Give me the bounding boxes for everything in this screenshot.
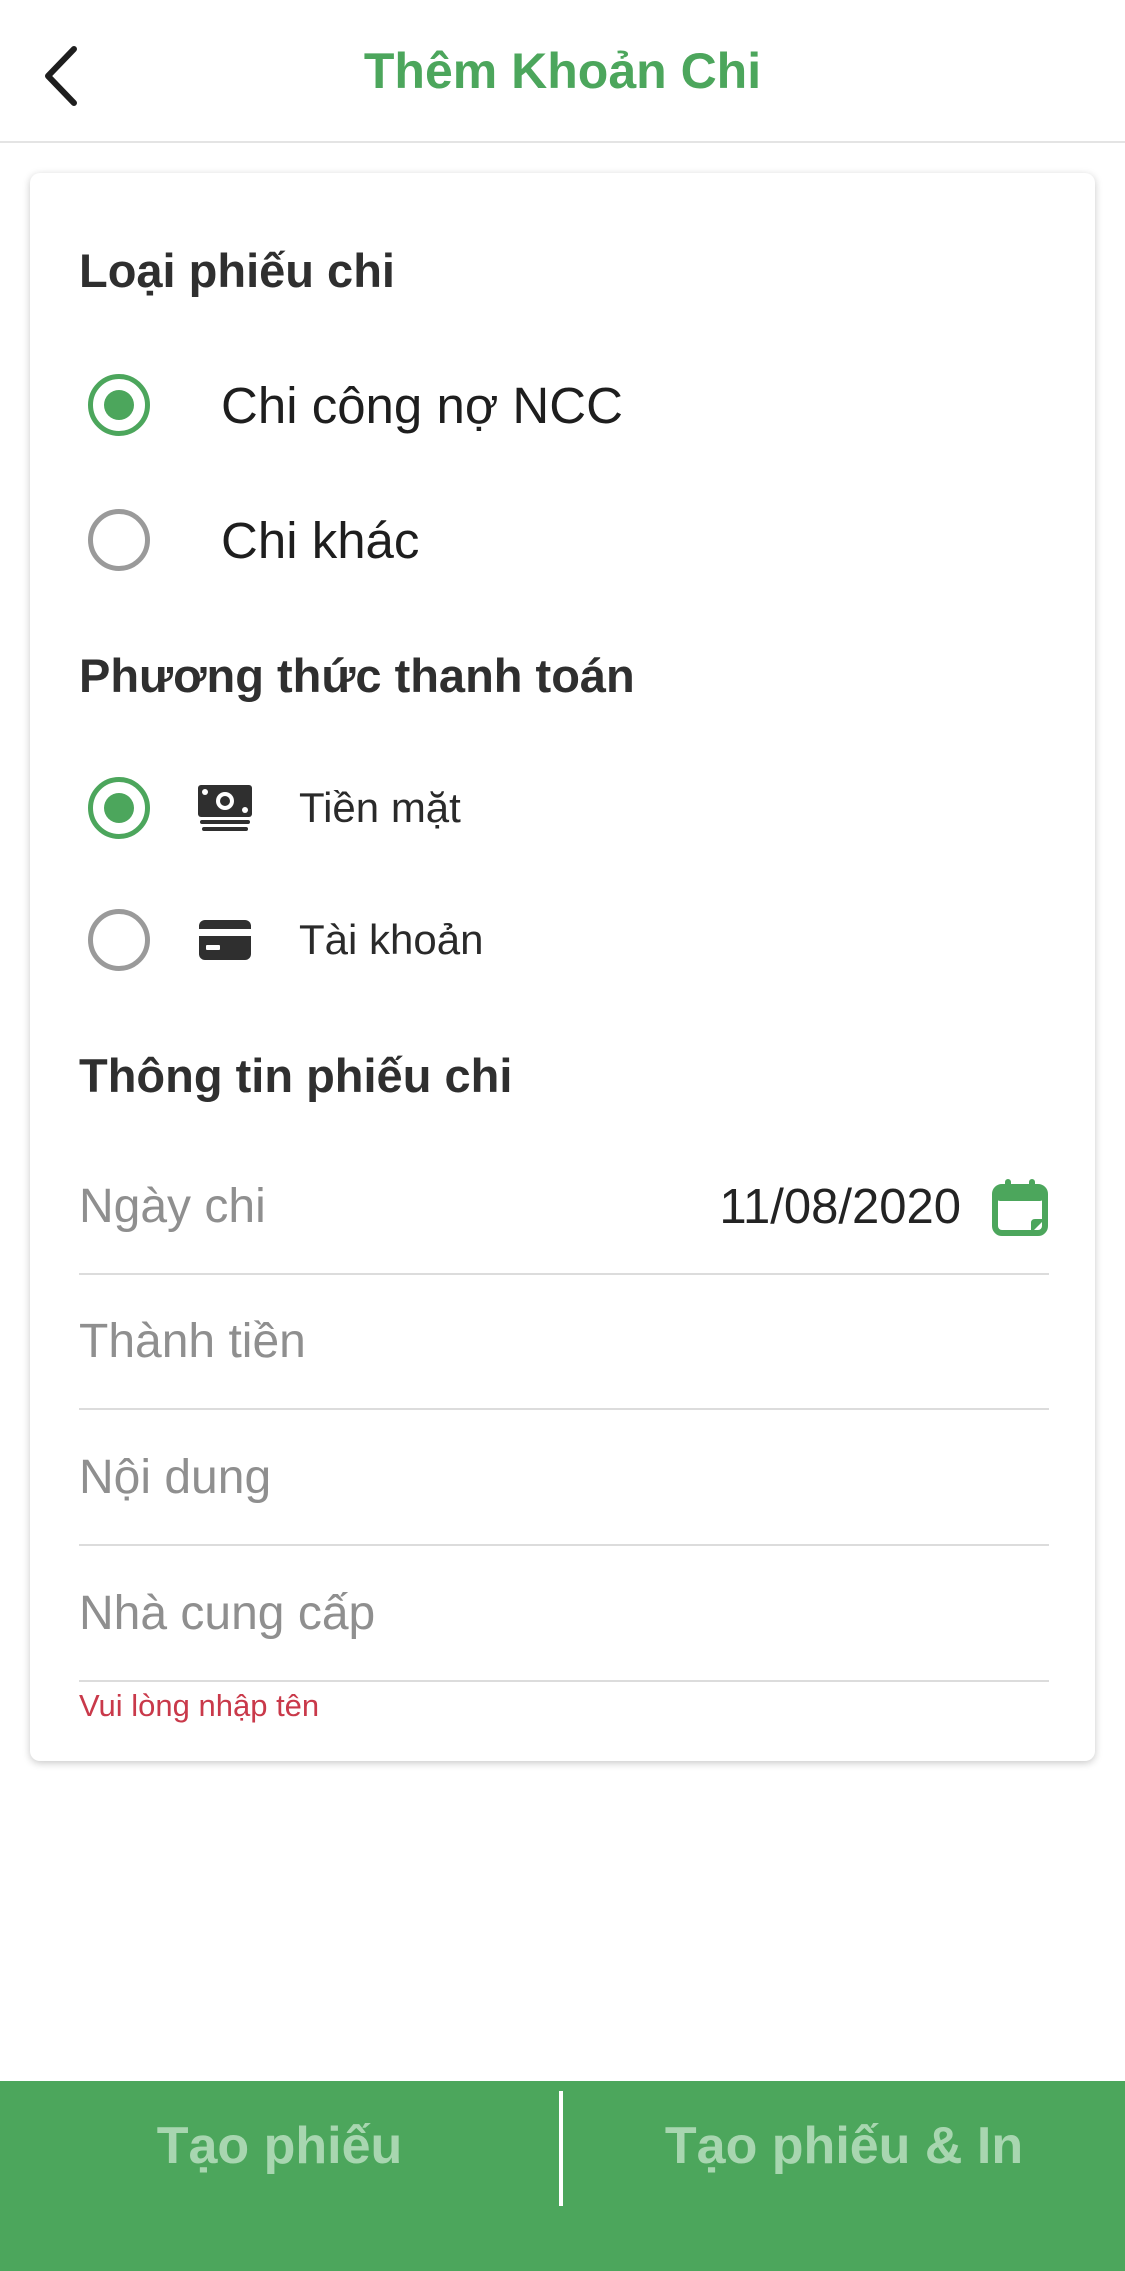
cash-icon <box>195 778 255 838</box>
date-value: 11/08/2020 <box>719 1179 961 1234</box>
content-placeholder: Nội dung <box>79 1451 272 1504</box>
card-icon <box>195 910 255 970</box>
radio-button-checked[interactable] <box>88 777 150 839</box>
create-voucher-button[interactable]: Tạo phiếu <box>0 2081 559 2211</box>
radio-label: Tiền mặt <box>299 784 461 831</box>
date-field[interactable]: Ngày chi 11/08/2020 <box>79 1140 1049 1275</box>
supplier-field[interactable]: Nhà cung cấp <box>79 1547 1049 1682</box>
voucher-info-title: Thông tin phiếu chi <box>79 1049 513 1102</box>
radio-option-account[interactable]: Tài khoản <box>88 895 1068 985</box>
voucher-type-title: Loại phiếu chi <box>79 244 395 297</box>
page-title: Thêm Khoản Chi <box>363 43 762 99</box>
radio-label: Chi khác <box>221 511 420 569</box>
supplier-placeholder: Nhà cung cấp <box>79 1587 376 1640</box>
radio-button[interactable] <box>88 909 150 971</box>
amount-placeholder: Thành tiền <box>79 1315 306 1368</box>
radio-option-supplier-debt[interactable]: Chi công nợ NCC <box>88 360 1068 450</box>
app-header: Thêm Khoản Chi <box>0 0 1125 143</box>
payment-method-title: Phương thức thanh toán <box>79 649 635 702</box>
radio-option-cash[interactable]: Tiền mặt <box>88 763 1068 853</box>
expense-form-card: Loại phiếu chi Chi công nợ NCC Chi khác … <box>30 173 1095 1761</box>
radio-button-checked[interactable] <box>88 374 150 436</box>
radio-option-other-expense[interactable]: Chi khác <box>88 495 1068 585</box>
radio-button[interactable] <box>88 509 150 571</box>
amount-field[interactable]: Thành tiền <box>79 1275 1049 1410</box>
content-field[interactable]: Nội dung <box>79 1411 1049 1546</box>
footer-action-bar: Tạo phiếu Tạo phiếu & In <box>0 2081 1125 2271</box>
radio-label: Tài khoản <box>299 916 484 963</box>
supplier-error-message: Vui lòng nhập tên <box>79 1688 320 1723</box>
create-and-print-button[interactable]: Tạo phiếu & In <box>563 2081 1125 2211</box>
calendar-icon[interactable] <box>991 1177 1049 1237</box>
radio-label: Chi công nợ NCC <box>221 376 623 434</box>
date-field-label: Ngày chi <box>79 1180 266 1233</box>
